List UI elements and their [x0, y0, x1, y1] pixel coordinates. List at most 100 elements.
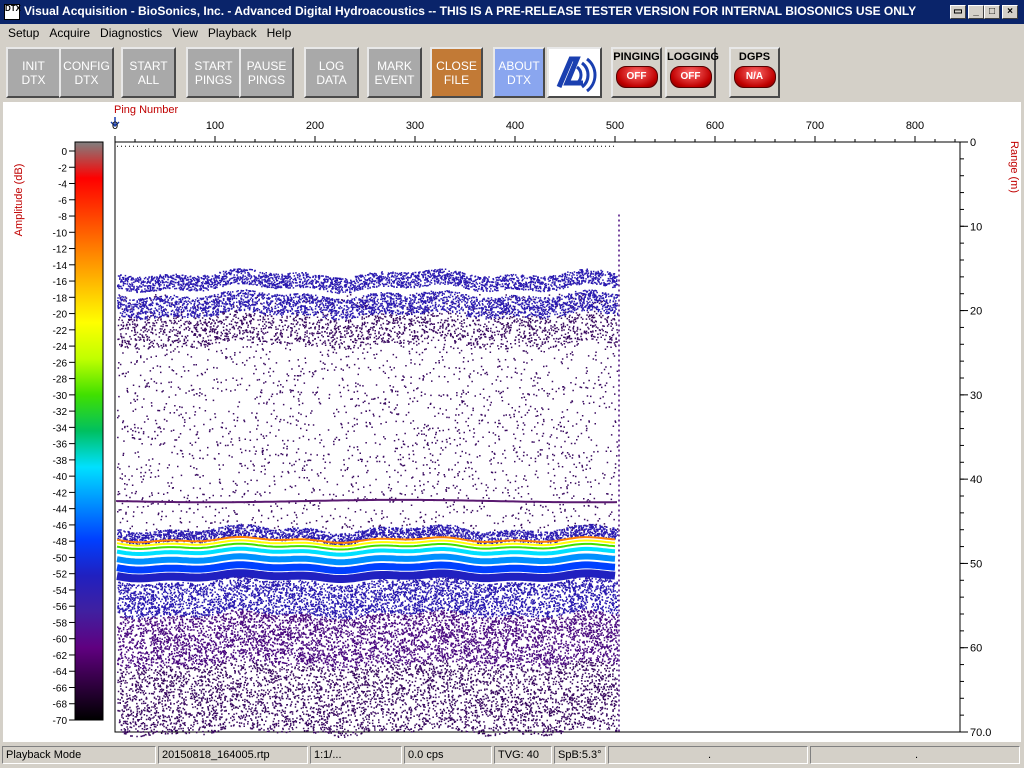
amp-tick-label: -26 [53, 358, 68, 369]
amp-tick-label: -16 [53, 277, 68, 288]
pinging-indicator: PINGING OFF [611, 47, 662, 98]
echogram-chart[interactable]: 0 -2 -4 -6 -8 -10 -12 -14 -16 -18 -20 -22 -24 -26 -28 -… [3, 102, 1021, 742]
amp-tick-label: -20 [53, 310, 68, 321]
pinging-label: PINGING [613, 51, 660, 63]
status-mode: Playback Mode [2, 746, 156, 764]
range-axis-ticks: 0 10 20 30 40 50 60 70.0 [960, 137, 991, 739]
ping-tick-label: 700 [806, 120, 824, 132]
start-all-button[interactable]: START ALL [121, 47, 176, 98]
app-icon: DTX [4, 4, 21, 20]
ping-number-label: Ping Number [114, 104, 179, 116]
amp-tick-label: -10 [53, 228, 68, 239]
biosonics-logo-graphic [556, 56, 596, 92]
range-tick-label: 20 [970, 306, 982, 318]
amp-tick-label: -52 [53, 570, 68, 581]
amp-tick-label: -48 [53, 537, 68, 548]
window-title: Visual Acquisition - BioSonics, Inc. - A… [24, 4, 917, 18]
logging-label: LOGGING [667, 51, 719, 63]
ping-tick-label: 300 [406, 120, 424, 132]
title-bar: DTX Visual Acquisition - BioSonics, Inc.… [0, 0, 1024, 24]
range-tick-label: 60 [970, 643, 982, 655]
status-tvg: TVG: 40 [494, 746, 552, 764]
bottom-echo-deepblue [116, 569, 616, 583]
mark-event-button[interactable]: MARK EVENT [367, 47, 422, 98]
dgps-label: DGPS [738, 51, 771, 63]
range-tick-label: 30 [970, 390, 982, 402]
amp-tick-label: -66 [53, 683, 68, 694]
logging-state: OFF [669, 66, 712, 88]
amp-tick-label: -70 [53, 716, 68, 727]
echogram-panel: 0 -2 -4 -6 -8 -10 -12 -14 -16 -18 -20 -22 -24 -26 -28 -… [3, 102, 1021, 742]
status-panel-1: . [608, 746, 808, 764]
pause-pings-button[interactable]: PAUSE PINGS [239, 47, 294, 98]
amp-tick-label: -14 [53, 261, 68, 272]
amp-tick-label: -2 [58, 163, 67, 174]
biosonics-logo-icon[interactable] [547, 47, 602, 98]
status-panel-2: . [810, 746, 1020, 764]
ping-tick-label: 0 [112, 120, 118, 132]
ping-tick-label: 800 [906, 120, 924, 132]
config-dtx-button[interactable]: CONFIG DTX [59, 47, 114, 98]
ping-tick-label: 100 [206, 120, 224, 132]
restore-icon[interactable]: ▭ [950, 5, 966, 19]
range-tick-label: 40 [970, 474, 982, 486]
amp-tick-label: 0 [61, 147, 67, 158]
toolbar: INIT DTX CONFIG DTX START ALL START PING… [0, 42, 1024, 102]
amp-tick-label: -32 [53, 407, 68, 418]
menu-view[interactable]: View [167, 24, 203, 42]
amp-tick-label: -12 [53, 245, 68, 256]
menu-playback[interactable]: Playback [203, 24, 262, 42]
status-cps: 0.0 cps [404, 746, 492, 764]
menu-help[interactable]: Help [262, 24, 297, 42]
ping-tick-label: 200 [306, 120, 324, 132]
colorbar [74, 141, 104, 721]
log-data-button[interactable]: LOG DATA [304, 47, 359, 98]
amp-tick-label: -22 [53, 326, 68, 337]
amp-tick-label: -68 [53, 700, 68, 711]
amp-tick-label: -24 [53, 342, 68, 353]
status-file: 20150818_164005.rtp [158, 746, 308, 764]
maximize-icon[interactable]: □ [984, 5, 1000, 19]
menu-acquire[interactable]: Acquire [44, 24, 95, 42]
amp-tick-label: -64 [53, 667, 68, 678]
logging-indicator: LOGGING OFF [665, 47, 719, 98]
ping-tick-label: 600 [706, 120, 724, 132]
amp-tick-label: -28 [53, 375, 68, 386]
dgps-state: N/A [733, 66, 776, 88]
init-dtx-button[interactable]: INIT DTX [6, 47, 61, 98]
amp-tick-label: -62 [53, 651, 68, 662]
amp-tick-label: -36 [53, 440, 68, 451]
about-dtx-button[interactable]: ABOUT DTX [493, 47, 545, 98]
range-tick-label: 70.0 [970, 727, 991, 739]
range-tick-label: 0 [970, 137, 976, 149]
amp-tick-label: -42 [53, 488, 68, 499]
menu-setup[interactable]: Setup [0, 24, 44, 42]
amp-tick-label: -8 [58, 212, 67, 223]
ping-axis-ticks: 0 100 200 300 400 500 600 700 800 [112, 120, 956, 142]
start-pings-button[interactable]: START PINGS [186, 47, 241, 98]
amp-tick-label: -60 [53, 635, 68, 646]
amp-tick-label: -30 [53, 391, 68, 402]
pinging-state: OFF [615, 66, 658, 88]
amp-tick-label: -4 [58, 180, 67, 191]
dgps-indicator: DGPS N/A [729, 47, 780, 98]
ping-tick-label: 500 [606, 120, 624, 132]
amp-tick-label: -34 [53, 423, 68, 434]
status-bar: Playback Mode 20150818_164005.rtp 1:1/..… [0, 744, 1024, 768]
status-ratio: 1:1/... [310, 746, 402, 764]
close-icon[interactable]: × [1002, 5, 1018, 19]
amplitude-axis-label: Amplitude (dB) [13, 164, 25, 237]
ping-tick-label: 400 [506, 120, 524, 132]
menu-diagnostics[interactable]: Diagnostics [95, 24, 167, 42]
menu-bar: Setup Acquire Diagnostics View Playback Help [0, 24, 1024, 42]
close-file-button[interactable]: CLOSE FILE [430, 47, 483, 98]
amp-tick-label: -6 [58, 196, 67, 207]
status-spb: SpB:5.3° [554, 746, 606, 764]
amp-tick-label: -54 [53, 586, 68, 597]
minimize-icon[interactable]: _ [968, 5, 984, 19]
range-tick-label: 50 [970, 558, 982, 570]
amp-tick-label: -18 [53, 293, 68, 304]
range-axis-label: Range (m) [1008, 141, 1020, 193]
amp-tick-label: -58 [53, 618, 68, 629]
amp-tick-label: -56 [53, 602, 68, 613]
